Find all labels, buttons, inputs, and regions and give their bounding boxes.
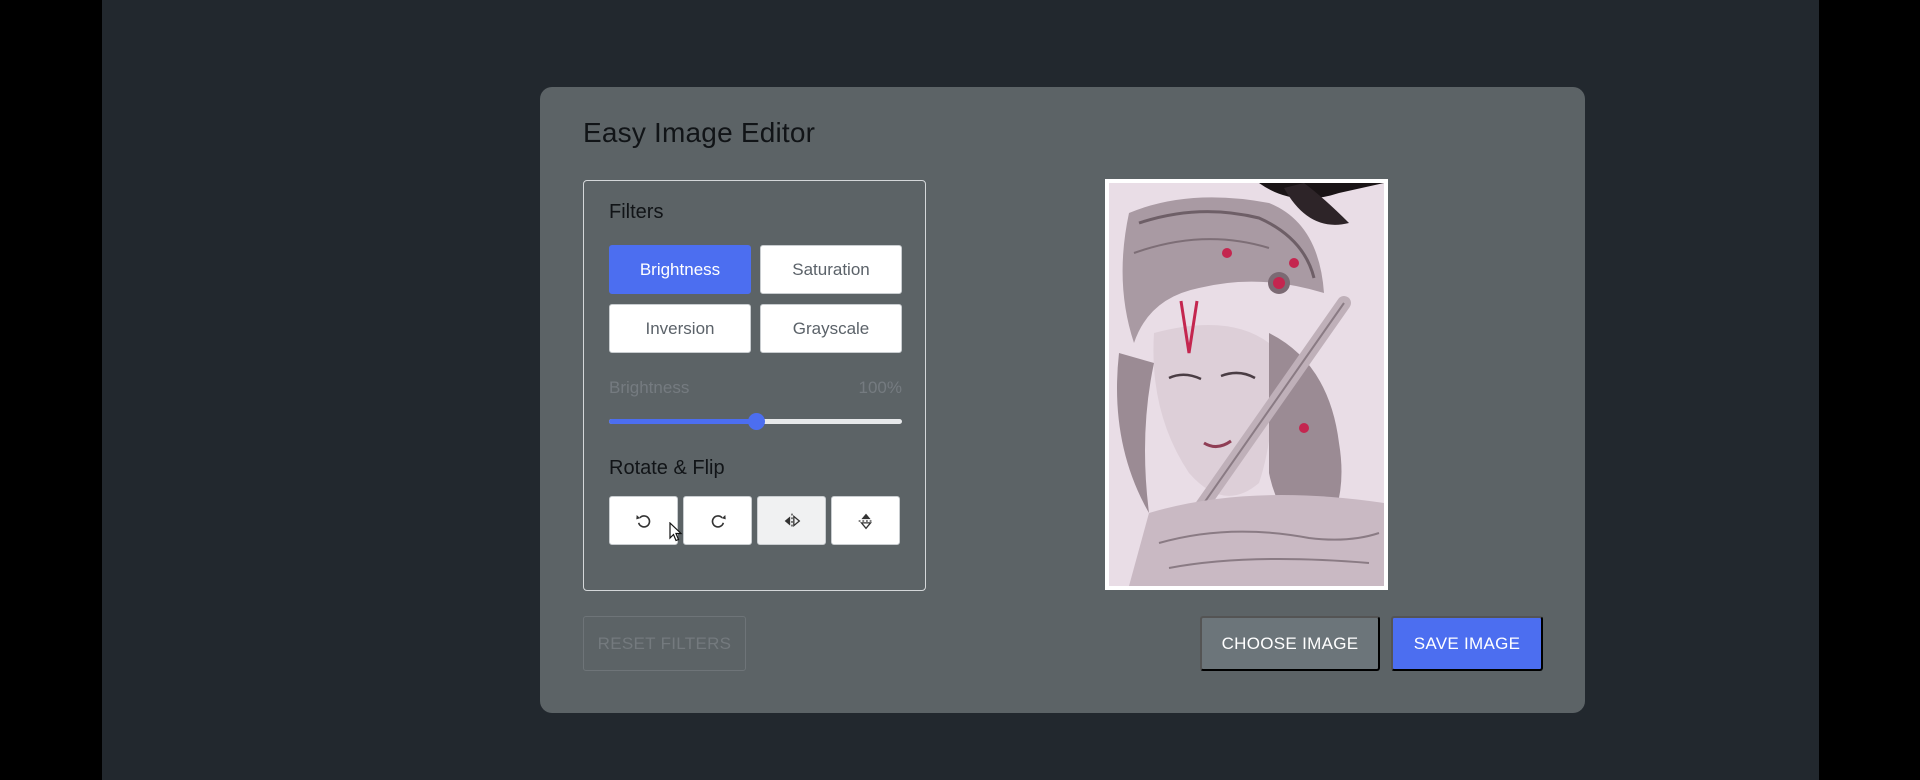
rotate-right-icon (711, 514, 726, 528)
slider-value: 100% (858, 378, 902, 397)
slider-name: Brightness (609, 378, 690, 397)
rotate-left-icon (635, 514, 650, 528)
image-preview (1105, 179, 1388, 590)
grayscale-filter-button[interactable]: Grayscale (760, 304, 902, 353)
rotate-left-button[interactable] (609, 496, 678, 545)
reset-filters-button[interactable]: RESET FILTERS (583, 616, 746, 671)
app-title: Easy Image Editor (583, 117, 816, 148)
inversion-filter-button[interactable]: Inversion (609, 304, 751, 353)
preview-image (1109, 183, 1384, 586)
controls-panel: Filters Brightness Saturation Inversion … (583, 180, 926, 591)
flip-horizontal-icon (784, 513, 800, 528)
save-image-button[interactable]: SAVE IMAGE (1391, 616, 1543, 671)
slider-fill (609, 419, 756, 424)
slider-thumb[interactable] (747, 413, 765, 430)
filter-slider[interactable] (609, 413, 902, 430)
rotate-flip-heading: Rotate & Flip (609, 457, 725, 479)
slider-info: Brightness 100% (609, 378, 902, 398)
flip-horizontal-button[interactable] (757, 496, 826, 545)
page-background: Easy Image Editor Filters Brightness Sat… (102, 0, 1819, 780)
saturation-filter-button[interactable]: Saturation (760, 245, 902, 294)
flip-vertical-button[interactable] (831, 496, 900, 545)
brightness-filter-button[interactable]: Brightness (609, 245, 751, 294)
filters-heading: Filters (609, 201, 664, 223)
rotate-right-button[interactable] (683, 496, 752, 545)
editor-card: Easy Image Editor Filters Brightness Sat… (540, 87, 1585, 713)
flip-vertical-icon (858, 513, 873, 529)
choose-image-button[interactable]: CHOOSE IMAGE (1200, 616, 1380, 671)
